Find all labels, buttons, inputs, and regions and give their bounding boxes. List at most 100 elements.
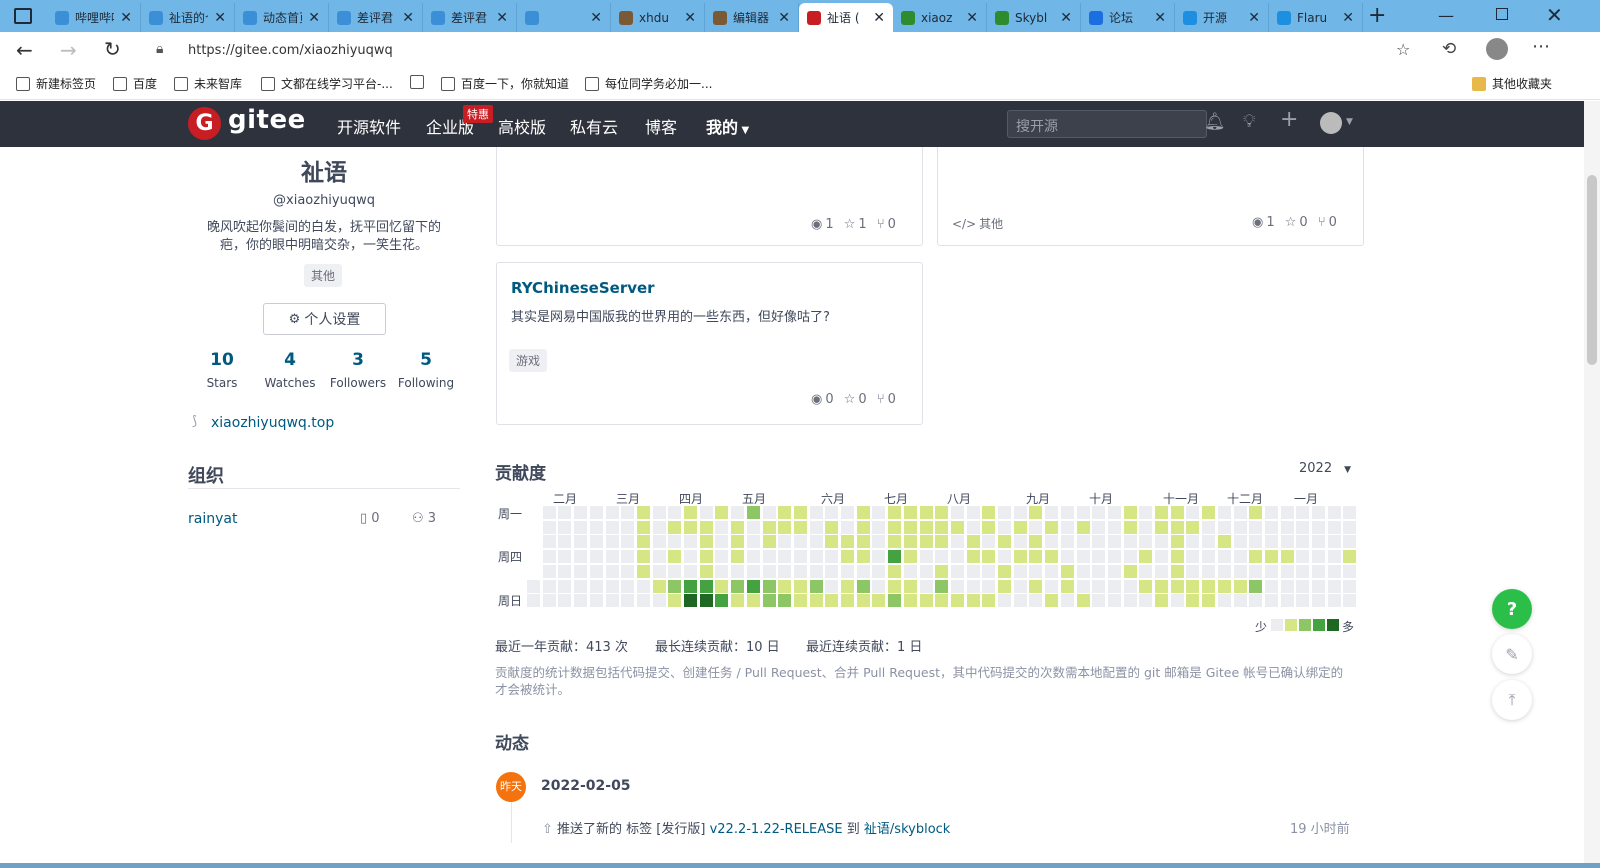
contribution-day-cell[interactable] bbox=[606, 594, 619, 607]
contribution-day-cell[interactable] bbox=[1186, 594, 1199, 607]
contribution-day-cell[interactable] bbox=[668, 565, 681, 578]
contribution-day-cell[interactable] bbox=[637, 506, 650, 519]
contribution-day-cell[interactable] bbox=[1265, 535, 1278, 548]
contribution-day-cell[interactable] bbox=[935, 550, 948, 563]
contribution-day-cell[interactable] bbox=[1155, 550, 1168, 563]
contribution-day-cell[interactable] bbox=[794, 506, 807, 519]
contribution-day-cell[interactable] bbox=[1234, 521, 1247, 534]
contribution-day-cell[interactable] bbox=[1061, 565, 1074, 578]
contribution-day-cell[interactable] bbox=[1077, 506, 1090, 519]
contribution-day-cell[interactable] bbox=[763, 550, 776, 563]
contribution-day-cell[interactable] bbox=[1281, 594, 1294, 607]
edit-feedback-icon[interactable]: ✎ bbox=[1492, 634, 1532, 674]
contribution-day-cell[interactable] bbox=[1202, 594, 1215, 607]
contribution-day-cell[interactable] bbox=[935, 521, 948, 534]
contribution-day-cell[interactable] bbox=[684, 521, 697, 534]
contribution-day-cell[interactable] bbox=[1218, 565, 1231, 578]
contribution-day-cell[interactable] bbox=[731, 594, 744, 607]
close-tab-icon[interactable]: ✕ bbox=[778, 10, 790, 26]
contribution-day-cell[interactable] bbox=[825, 580, 838, 593]
contribution-day-cell[interactable] bbox=[747, 521, 760, 534]
contribution-day-cell[interactable] bbox=[951, 521, 964, 534]
contribution-day-cell[interactable] bbox=[637, 535, 650, 548]
contribution-day-cell[interactable] bbox=[778, 550, 791, 563]
contribution-day-cell[interactable] bbox=[574, 535, 587, 548]
browser-tab[interactable]: 论坛 ✕ bbox=[1081, 3, 1175, 32]
contribution-day-cell[interactable] bbox=[872, 550, 885, 563]
contribution-day-cell[interactable] bbox=[1029, 580, 1042, 593]
contribution-day-cell[interactable] bbox=[653, 594, 666, 607]
contribution-day-cell[interactable] bbox=[1171, 565, 1184, 578]
feed-release-link[interactable]: v22.2-1.22-RELEASE bbox=[710, 822, 843, 837]
contribution-day-cell[interactable] bbox=[606, 506, 619, 519]
contribution-day-cell[interactable] bbox=[1171, 535, 1184, 548]
contribution-day-cell[interactable] bbox=[1328, 535, 1341, 548]
contribution-day-cell[interactable] bbox=[1265, 594, 1278, 607]
contribution-day-cell[interactable] bbox=[825, 535, 838, 548]
contribution-day-cell[interactable] bbox=[1092, 535, 1105, 548]
contribution-day-cell[interactable] bbox=[621, 506, 634, 519]
contribution-day-cell[interactable] bbox=[715, 594, 728, 607]
contribution-day-cell[interactable] bbox=[1124, 550, 1137, 563]
contribution-day-cell[interactable] bbox=[794, 565, 807, 578]
contribution-day-cell[interactable] bbox=[763, 580, 776, 593]
contribution-day-cell[interactable] bbox=[935, 580, 948, 593]
contribution-day-cell[interactable] bbox=[747, 535, 760, 548]
browser-tab[interactable]: xiaoz ✕ bbox=[893, 3, 987, 32]
user-avatar[interactable] bbox=[1320, 112, 1342, 134]
contribution-day-cell[interactable] bbox=[982, 594, 995, 607]
contribution-day-cell[interactable] bbox=[841, 535, 854, 548]
contribution-day-cell[interactable] bbox=[558, 506, 571, 519]
contribution-day-cell[interactable] bbox=[1312, 521, 1325, 534]
contribution-day-cell[interactable] bbox=[888, 594, 901, 607]
contribution-day-cell[interactable] bbox=[920, 594, 933, 607]
contribution-day-cell[interactable] bbox=[621, 535, 634, 548]
browser-tab[interactable]: 动态首页✕ bbox=[235, 3, 329, 32]
contribution-day-cell[interactable] bbox=[668, 580, 681, 593]
scrollbar-thumb[interactable] bbox=[1587, 175, 1597, 365]
contribution-day-cell[interactable] bbox=[574, 506, 587, 519]
contribution-day-cell[interactable] bbox=[715, 506, 728, 519]
contribution-day-cell[interactable] bbox=[590, 535, 603, 548]
contribution-day-cell[interactable] bbox=[1312, 565, 1325, 578]
contribution-day-cell[interactable] bbox=[1281, 521, 1294, 534]
contribution-day-cell[interactable] bbox=[1124, 521, 1137, 534]
contribution-day-cell[interactable] bbox=[1202, 565, 1215, 578]
contribution-day-cell[interactable] bbox=[998, 535, 1011, 548]
bookmark[interactable] bbox=[410, 75, 430, 89]
contribution-day-cell[interactable] bbox=[543, 521, 556, 534]
contribution-day-cell[interactable] bbox=[1328, 506, 1341, 519]
contribution-day-cell[interactable] bbox=[888, 550, 901, 563]
close-tab-icon[interactable]: ✕ bbox=[873, 10, 885, 26]
contribution-day-cell[interactable] bbox=[558, 594, 571, 607]
lightbulb-icon[interactable]: 💡︎ bbox=[1243, 111, 1256, 132]
contribution-day-cell[interactable] bbox=[1234, 535, 1247, 548]
contribution-day-cell[interactable] bbox=[715, 565, 728, 578]
contribution-day-cell[interactable] bbox=[527, 594, 540, 607]
contribution-day-cell[interactable] bbox=[857, 550, 870, 563]
contribution-day-cell[interactable] bbox=[1045, 594, 1058, 607]
nav-education[interactable]: 高校版 bbox=[498, 114, 546, 138]
contribution-day-cell[interactable] bbox=[653, 550, 666, 563]
contribution-day-cell[interactable] bbox=[1155, 565, 1168, 578]
contribution-day-cell[interactable] bbox=[1328, 594, 1341, 607]
settings-button[interactable]: ⚙ 个人设置 bbox=[263, 303, 386, 335]
contribution-day-cell[interactable] bbox=[841, 580, 854, 593]
contribution-day-cell[interactable] bbox=[810, 535, 823, 548]
contribution-day-cell[interactable] bbox=[1139, 550, 1152, 563]
contribution-day-cell[interactable] bbox=[904, 565, 917, 578]
contribution-day-cell[interactable] bbox=[1155, 521, 1168, 534]
contribution-day-cell[interactable] bbox=[935, 506, 948, 519]
contribution-day-cell[interactable] bbox=[1249, 594, 1262, 607]
contribution-day-cell[interactable] bbox=[543, 580, 556, 593]
contribution-day-cell[interactable] bbox=[1029, 506, 1042, 519]
contribution-day-cell[interactable] bbox=[1234, 580, 1247, 593]
contribution-day-cell[interactable] bbox=[1171, 506, 1184, 519]
contribution-day-cell[interactable] bbox=[920, 580, 933, 593]
favorite-star-icon[interactable]: ☆ bbox=[1396, 40, 1410, 59]
contribution-day-cell[interactable] bbox=[1202, 550, 1215, 563]
close-tab-icon[interactable]: ✕ bbox=[966, 10, 978, 26]
contribution-day-cell[interactable] bbox=[1014, 550, 1027, 563]
contribution-day-cell[interactable] bbox=[888, 580, 901, 593]
repo-card[interactable]: ◉ 1 ☆ 1 ⑂ 0 bbox=[496, 147, 923, 246]
